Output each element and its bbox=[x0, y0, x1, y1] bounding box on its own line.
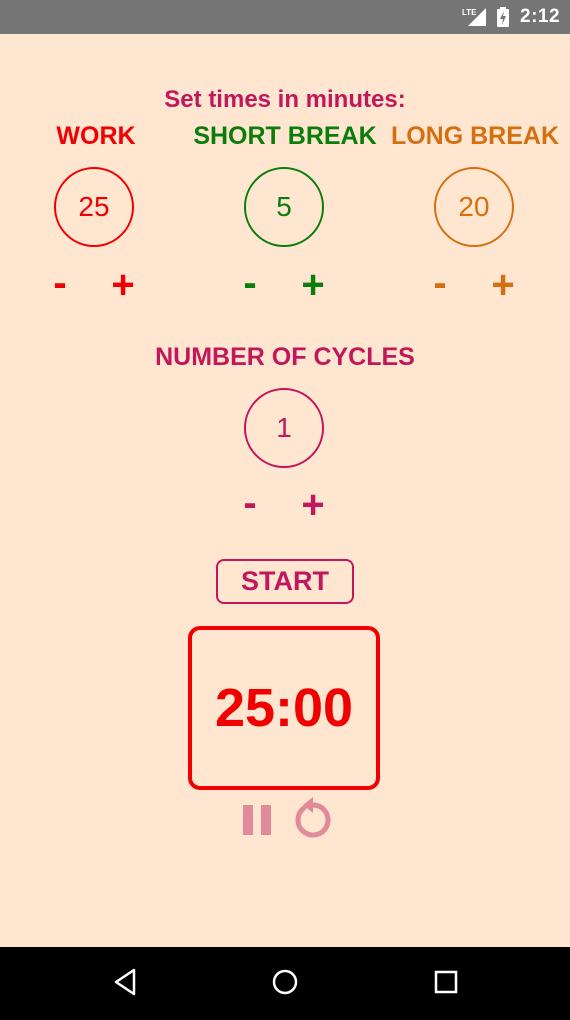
cycles-value: 1 bbox=[244, 388, 324, 468]
short-break-minus-button[interactable]: - bbox=[230, 263, 270, 303]
work-plus-button[interactable]: + bbox=[103, 265, 143, 305]
pause-icon[interactable] bbox=[240, 802, 274, 838]
status-bar: LTE 2:12 bbox=[0, 0, 570, 34]
short-break-value: 5 bbox=[244, 167, 324, 247]
navigation-bar bbox=[0, 947, 570, 1020]
work-minus-button[interactable]: - bbox=[40, 263, 80, 303]
battery-charging-icon bbox=[497, 7, 509, 27]
cycles-plus-button[interactable]: + bbox=[293, 485, 333, 525]
short-break-label: SHORT BREAK bbox=[193, 122, 377, 150]
svg-text:LTE: LTE bbox=[462, 8, 477, 17]
back-icon[interactable] bbox=[112, 967, 140, 997]
long-break-minus-button[interactable]: - bbox=[420, 263, 460, 303]
long-break-label: LONG BREAK bbox=[390, 122, 560, 150]
work-value: 25 bbox=[54, 167, 134, 247]
recents-icon[interactable] bbox=[432, 968, 460, 996]
start-button[interactable]: START bbox=[216, 559, 354, 604]
reset-icon[interactable] bbox=[290, 796, 336, 842]
cycles-minus-button[interactable]: - bbox=[230, 483, 270, 523]
lte-signal-icon: LTE bbox=[462, 8, 486, 26]
status-time: 2:12 bbox=[520, 6, 561, 27]
short-break-plus-button[interactable]: + bbox=[293, 265, 333, 305]
long-break-plus-button[interactable]: + bbox=[483, 265, 523, 305]
long-break-value: 20 bbox=[434, 167, 514, 247]
home-icon[interactable] bbox=[270, 967, 300, 997]
cycles-label: NUMBER OF CYCLES bbox=[155, 343, 415, 371]
countdown-display: 25:00 bbox=[188, 626, 380, 790]
work-label: WORK bbox=[56, 122, 136, 150]
page-title: Set times in minutes: bbox=[164, 86, 406, 113]
